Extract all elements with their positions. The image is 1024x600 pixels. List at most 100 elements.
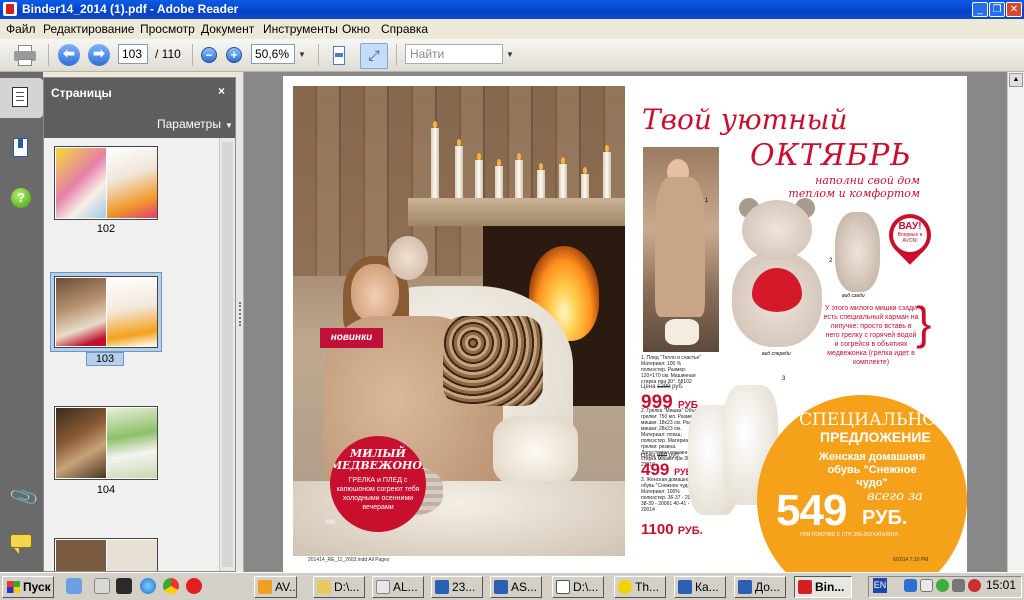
product-description-1: 1. Плед "Тепло и счастье" Материал: 100 … bbox=[641, 355, 702, 385]
menu-tools[interactable]: Инструменты bbox=[263, 22, 338, 36]
print-icon[interactable] bbox=[12, 43, 38, 67]
tray-app-icon[interactable] bbox=[936, 579, 949, 592]
page-number-input[interactable]: 103 bbox=[118, 44, 148, 64]
bookmarks-tab[interactable] bbox=[0, 130, 43, 170]
old-price-2-value: 650 bbox=[657, 453, 668, 459]
candle bbox=[455, 139, 463, 198]
menu-file[interactable]: Файл bbox=[6, 22, 36, 36]
network-icon[interactable] bbox=[904, 579, 917, 592]
old-price-1: Цена 1299 руб. bbox=[641, 384, 684, 390]
language-indicator[interactable]: EN bbox=[873, 578, 887, 593]
pages-panel: Страницы × Параметры ▼ 102 103 104 bbox=[43, 77, 236, 572]
panel-scrollbar[interactable] bbox=[219, 138, 235, 571]
opera-icon[interactable] bbox=[186, 578, 202, 594]
quicklaunch-app-icon[interactable] bbox=[94, 578, 110, 594]
page-thumbnail-104[interactable] bbox=[54, 406, 158, 480]
leopard-pants bbox=[443, 316, 543, 406]
taskbar-item[interactable]: D:\... bbox=[313, 576, 365, 598]
menu-view[interactable]: Просмотр bbox=[140, 22, 195, 36]
search-dropdown-icon[interactable]: ▼ bbox=[506, 50, 514, 59]
candle bbox=[559, 157, 567, 198]
search-input[interactable]: Найти bbox=[405, 44, 503, 64]
comments-tab[interactable] bbox=[0, 524, 43, 564]
panel-close-icon[interactable]: × bbox=[218, 84, 225, 98]
menu-bar: Файл Редактирование Просмотр Документ Ин… bbox=[0, 19, 1024, 39]
taskbar-item[interactable]: AS... bbox=[490, 576, 542, 598]
panel-splitter[interactable] bbox=[236, 72, 244, 572]
restore-button[interactable]: ❐ bbox=[989, 2, 1005, 17]
scroll-up-icon[interactable]: ▲ bbox=[1009, 73, 1023, 87]
adobe-reader-icon bbox=[3, 2, 17, 16]
old-price-1-unit: руб. bbox=[672, 384, 684, 390]
wow-text: ВАУ! Впервые в AVON! bbox=[893, 221, 927, 244]
taskbar-item[interactable]: Ка... bbox=[674, 576, 726, 598]
previous-page-icon[interactable]: ⬅ bbox=[58, 44, 80, 66]
taskbar-item-label: AL... bbox=[393, 580, 418, 594]
pages-icon bbox=[12, 87, 28, 107]
headline-line1: Твой уютный bbox=[642, 103, 848, 136]
special-offer-product: Женская домашняя обувь "Снежное чудо" bbox=[818, 451, 926, 489]
zoom-dropdown-icon[interactable]: ▼ bbox=[298, 50, 306, 59]
bracket-decoration: } bbox=[916, 297, 932, 349]
taskbar-item-label: Bin... bbox=[815, 580, 845, 594]
special-price-prefix: всего за bbox=[867, 489, 923, 504]
thumbnail-list: 102 103 104 bbox=[44, 138, 219, 571]
paperclip-icon: 📎 bbox=[8, 482, 41, 514]
wow-small: Впервые в AVON! bbox=[897, 232, 923, 244]
catalog-note: ПРИ ПОКУПКЕ С СТР. 256-263 КАТАЛОГА bbox=[800, 532, 899, 538]
pages-tab[interactable] bbox=[0, 78, 43, 118]
chrome-icon[interactable] bbox=[163, 578, 179, 594]
taskbar-item[interactable]: AV... bbox=[254, 576, 297, 598]
options-menu[interactable]: Параметры ▼ bbox=[157, 117, 233, 131]
taskbar-item[interactable]: 23... bbox=[431, 576, 483, 598]
bear-toy bbox=[388, 236, 428, 280]
product-number-2: 2 bbox=[829, 258, 833, 264]
taskbar: Пуск AV... D:\... AL... 23... AS... D:\.… bbox=[0, 572, 1024, 600]
tray-app-icon[interactable] bbox=[968, 579, 981, 592]
candle bbox=[515, 153, 523, 198]
taskbar-item[interactable]: До... bbox=[734, 576, 786, 598]
start-button[interactable]: Пуск bbox=[2, 576, 54, 598]
taskbar-item[interactable]: AL... bbox=[372, 576, 424, 598]
zoom-in-icon[interactable]: + bbox=[226, 47, 242, 63]
tray-app-icon[interactable] bbox=[952, 579, 965, 592]
menu-document[interactable]: Документ bbox=[201, 22, 254, 36]
internet-explorer-icon[interactable] bbox=[140, 578, 156, 594]
menu-help[interactable]: Справка bbox=[381, 22, 428, 36]
page-thumbnail-102[interactable] bbox=[54, 146, 158, 220]
candle bbox=[495, 159, 503, 198]
close-button[interactable]: ✕ bbox=[1006, 2, 1022, 17]
volume-icon[interactable] bbox=[920, 579, 933, 592]
toolbar-separator bbox=[48, 44, 49, 66]
taskbar-item[interactable]: D:\... bbox=[552, 576, 604, 598]
toolbar-separator bbox=[318, 44, 319, 66]
bear-badge-text: ГРЕЛКА и ПЛЕД с капюшоном согреют тебя х… bbox=[336, 477, 420, 511]
zoom-out-icon[interactable]: − bbox=[201, 47, 217, 63]
menu-edit[interactable]: Редактирование bbox=[43, 22, 134, 36]
minimize-button[interactable]: _ bbox=[972, 2, 988, 17]
fit-window-icon[interactable]: ⤢ bbox=[360, 43, 388, 69]
help-tab[interactable]: ? bbox=[0, 180, 43, 220]
taskbar-item-active[interactable]: Bin... bbox=[794, 576, 852, 598]
next-page-icon[interactable]: ➡ bbox=[88, 44, 110, 66]
special-offer-line1: СПЕЦИАЛЬНОЕ bbox=[799, 410, 949, 430]
attachments-tab[interactable]: 📎 bbox=[0, 477, 43, 517]
clock[interactable]: 15:01 bbox=[986, 578, 1016, 592]
special-offer-line2: ПРЕДЛОЖЕНИЕ bbox=[820, 429, 931, 445]
print-footer-left: 201414_RE_11_2603.indd All Pages bbox=[308, 557, 390, 563]
page-thumbnail-103[interactable] bbox=[54, 276, 158, 348]
help-icon: ? bbox=[11, 188, 31, 208]
quicklaunch-app-icon[interactable] bbox=[116, 578, 132, 594]
show-desktop-icon[interactable] bbox=[66, 578, 82, 594]
taskbar-item-label: AS... bbox=[511, 580, 538, 594]
page-thumbnail-next[interactable] bbox=[54, 538, 158, 571]
page-number-left: 266 bbox=[325, 520, 336, 526]
fit-page-icon[interactable] bbox=[328, 45, 350, 67]
document-scrollbar[interactable]: ▲ bbox=[1007, 72, 1024, 572]
old-price-2-label: Цена bbox=[641, 453, 656, 459]
zoom-input[interactable]: 50,6% bbox=[251, 44, 295, 64]
candle bbox=[431, 121, 439, 198]
menu-window[interactable]: Окно bbox=[342, 22, 370, 36]
taskbar-item[interactable]: Th... bbox=[614, 576, 666, 598]
toolbar-separator bbox=[396, 44, 397, 66]
